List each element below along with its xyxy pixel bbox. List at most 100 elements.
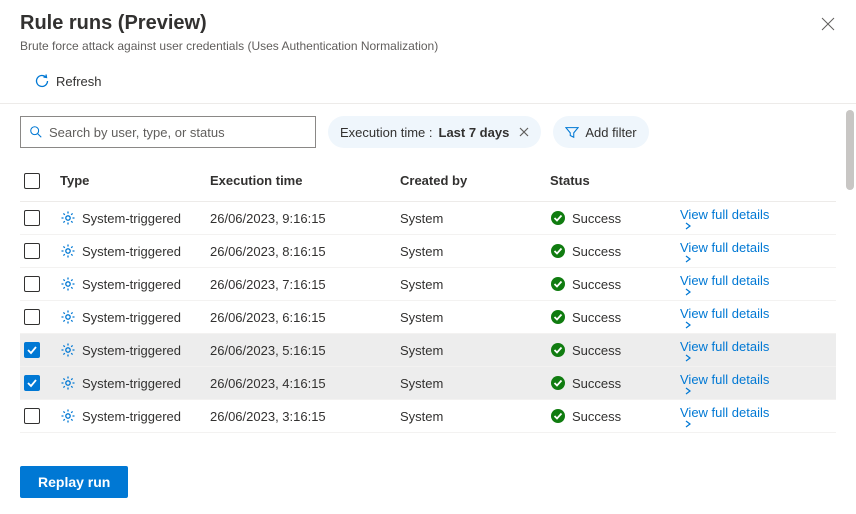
status-value: Success — [572, 211, 621, 226]
type-value: System-triggered — [82, 244, 181, 259]
status-cell: Success — [550, 408, 680, 424]
table-row[interactable]: System-triggered26/06/2023, 3:16:15Syste… — [20, 400, 836, 433]
success-icon — [550, 243, 566, 259]
view-full-details-link[interactable]: View full details — [680, 207, 769, 230]
table-row[interactable]: System-triggered26/06/2023, 7:16:15Syste… — [20, 268, 836, 301]
gear-icon — [60, 309, 76, 325]
gear-icon — [60, 243, 76, 259]
row-checkbox[interactable] — [24, 276, 40, 292]
gear-icon — [60, 342, 76, 358]
close-icon — [820, 16, 836, 32]
execution-time-cell: 26/06/2023, 6:16:15 — [210, 310, 400, 325]
command-bar: Refresh — [0, 61, 856, 104]
row-checkbox[interactable] — [24, 243, 40, 259]
column-header-created-by[interactable]: Created by — [400, 173, 550, 188]
gear-icon — [60, 375, 76, 391]
type-cell: System-triggered — [60, 375, 210, 391]
created-by-cell: System — [400, 409, 550, 424]
execution-time-cell: 26/06/2023, 5:16:15 — [210, 343, 400, 358]
status-value: Success — [572, 244, 621, 259]
gear-icon — [60, 210, 76, 226]
chevron-right-icon — [684, 222, 692, 230]
status-value: Success — [572, 376, 621, 391]
select-all-checkbox[interactable] — [24, 173, 40, 189]
chevron-right-icon — [684, 387, 692, 395]
search-input[interactable] — [49, 125, 307, 140]
created-by-cell: System — [400, 244, 550, 259]
table-header-row: Type Execution time Created by Status — [20, 160, 836, 202]
action-cell: View full details — [680, 240, 836, 263]
created-by-cell: System — [400, 376, 550, 391]
view-full-details-link[interactable]: View full details — [680, 306, 769, 329]
status-value: Success — [572, 343, 621, 358]
search-input-wrapper[interactable] — [20, 116, 316, 148]
row-checkbox-cell — [20, 375, 60, 391]
add-filter-button[interactable]: Add filter — [553, 116, 648, 148]
execution-time-filter-pill[interactable]: Execution time : Last 7 days — [328, 116, 541, 148]
type-value: System-triggered — [82, 376, 181, 391]
status-cell: Success — [550, 342, 680, 358]
scrollbar[interactable] — [846, 110, 854, 410]
table-row[interactable]: System-triggered26/06/2023, 9:16:15Syste… — [20, 202, 836, 235]
column-header-status[interactable]: Status — [550, 173, 680, 188]
row-checkbox-cell — [20, 309, 60, 325]
row-checkbox-cell — [20, 210, 60, 226]
status-value: Success — [572, 277, 621, 292]
status-value: Success — [572, 409, 621, 424]
page-subtitle: Brute force attack against user credenti… — [20, 39, 836, 53]
remove-filter-button[interactable] — [519, 127, 529, 137]
table-row[interactable]: System-triggered26/06/2023, 8:16:15Syste… — [20, 235, 836, 268]
view-full-details-link[interactable]: View full details — [680, 273, 769, 296]
row-checkbox[interactable] — [24, 210, 40, 226]
status-cell: Success — [550, 309, 680, 325]
type-cell: System-triggered — [60, 276, 210, 292]
row-checkbox-cell — [20, 408, 60, 424]
created-by-cell: System — [400, 277, 550, 292]
type-cell: System-triggered — [60, 309, 210, 325]
column-header-execution-time[interactable]: Execution time — [210, 173, 400, 188]
execution-time-cell: 26/06/2023, 4:16:15 — [210, 376, 400, 391]
table-row[interactable]: System-triggered26/06/2023, 6:16:15Syste… — [20, 301, 836, 334]
scrollbar-thumb[interactable] — [846, 110, 854, 190]
action-cell: View full details — [680, 273, 836, 296]
row-checkbox[interactable] — [24, 375, 40, 391]
refresh-button[interactable]: Refresh — [28, 69, 108, 93]
type-value: System-triggered — [82, 211, 181, 226]
view-full-details-link[interactable]: View full details — [680, 405, 769, 428]
action-cell: View full details — [680, 306, 836, 329]
close-button[interactable] — [820, 16, 836, 32]
row-checkbox[interactable] — [24, 309, 40, 325]
row-checkbox-cell — [20, 342, 60, 358]
status-cell: Success — [550, 210, 680, 226]
success-icon — [550, 375, 566, 391]
add-filter-label: Add filter — [585, 125, 636, 140]
success-icon — [550, 408, 566, 424]
status-cell: Success — [550, 375, 680, 391]
view-full-details-link[interactable]: View full details — [680, 240, 769, 263]
table-row[interactable]: System-triggered 26/06/2023, 4:16:15Syste… — [20, 367, 836, 400]
close-icon — [519, 127, 529, 137]
success-icon — [550, 210, 566, 226]
row-checkbox[interactable] — [24, 408, 40, 424]
type-value: System-triggered — [82, 409, 181, 424]
type-value: System-triggered — [82, 277, 181, 292]
type-value: System-triggered — [82, 343, 181, 358]
action-cell: View full details — [680, 405, 836, 428]
view-full-details-link[interactable]: View full details — [680, 339, 769, 362]
chevron-right-icon — [684, 321, 692, 329]
column-header-type[interactable]: Type — [60, 173, 210, 188]
replay-run-button[interactable]: Replay run — [20, 466, 128, 498]
filter-pill-label: Execution time : — [340, 125, 433, 140]
search-icon — [29, 125, 43, 139]
table-row[interactable]: System-triggered26/06/2023, 5:16:15Syste… — [20, 334, 836, 367]
view-full-details-link[interactable]: View full details — [680, 372, 769, 395]
results-table: Type Execution time Created by Status Sy… — [0, 160, 856, 433]
checkmark-icon — [27, 378, 37, 388]
success-icon — [550, 276, 566, 292]
success-icon — [550, 309, 566, 325]
status-cell: Success — [550, 243, 680, 259]
success-icon — [550, 342, 566, 358]
type-cell: System-triggered — [60, 342, 210, 358]
row-checkbox[interactable] — [24, 342, 40, 358]
status-cell: Success — [550, 276, 680, 292]
